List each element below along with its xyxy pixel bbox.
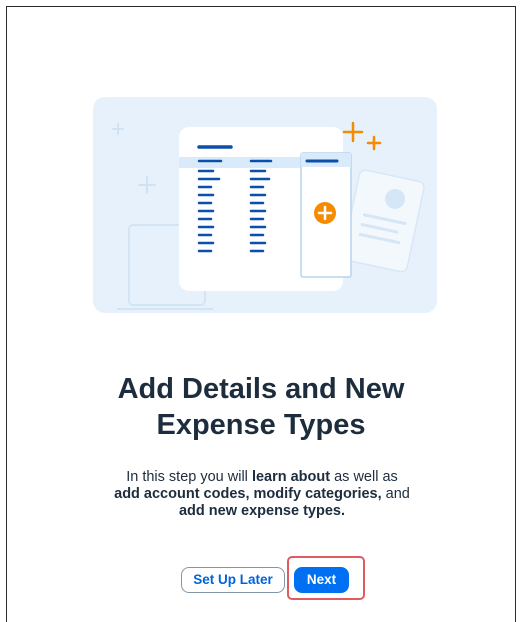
- dialog-title: Add Details and New Expense Types: [7, 371, 515, 443]
- dialog-description: In this step you will learn about as wel…: [67, 469, 457, 520]
- dialog-actions: Set Up Later Next: [7, 567, 515, 593]
- setup-dialog: Add Details and New Expense Types In thi…: [6, 6, 516, 622]
- description-text: and: [381, 486, 410, 502]
- set-up-later-button[interactable]: Set Up Later: [181, 567, 285, 593]
- description-text: as well as: [330, 469, 398, 485]
- description-bold-text: add account codes, modify categories,: [114, 486, 382, 502]
- dialog-title-line1: Add Details and New: [117, 373, 405, 405]
- next-button[interactable]: Next: [294, 567, 349, 593]
- description-text: In this step you will: [126, 469, 252, 485]
- dialog-title-line2: Expense Types: [156, 409, 366, 441]
- description-bold-text: add new expense types.: [178, 503, 345, 519]
- expense-types-illustration: [93, 97, 437, 313]
- description-bold-text: learn about: [251, 469, 331, 485]
